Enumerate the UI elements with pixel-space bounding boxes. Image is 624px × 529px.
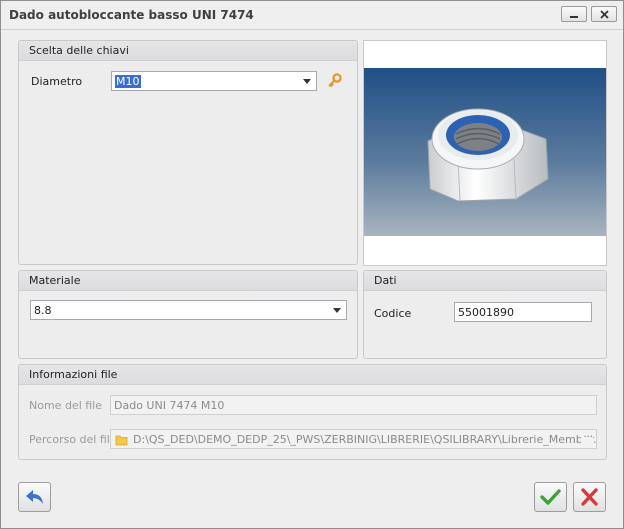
filename-field[interactable]: Dado UNI 7474 M10 [110, 395, 597, 415]
group-title: Informazioni file [29, 368, 118, 381]
cancel-button[interactable] [573, 482, 606, 512]
chevron-down-icon [303, 79, 311, 84]
minimize-button[interactable] [561, 6, 587, 22]
data-group: Dati Codice 55001890 [363, 270, 607, 359]
material-select[interactable]: 8.8 [30, 300, 347, 320]
checkmark-icon [540, 489, 561, 505]
path-field[interactable]: D:\QS_DED\DEMO_DEDP_25\_PWS\ZERBINIG\LIB… [110, 429, 597, 449]
key-icon[interactable] [327, 73, 342, 88]
folder-icon [115, 435, 128, 446]
group-title: Dati [374, 274, 397, 287]
close-button[interactable] [591, 6, 617, 22]
window-title: Dado autobloccante basso UNI 7474 [9, 8, 254, 22]
browse-button[interactable]: ··· [581, 432, 593, 443]
diameter-select[interactable]: M10 [111, 71, 317, 91]
code-value: 55001890 [458, 306, 514, 319]
filename-label: Nome del file [29, 399, 102, 412]
group-title: Materiale [29, 274, 81, 287]
file-info-group: Informazioni file Nome del file Dado UNI… [18, 364, 607, 460]
chevron-down-icon [333, 308, 341, 313]
x-icon [581, 488, 598, 506]
diameter-value: M10 [115, 75, 141, 88]
minimize-icon [570, 15, 578, 18]
code-label: Codice [374, 307, 412, 320]
group-header: Scelta delle chiavi [19, 41, 357, 61]
key-selection-group: Scelta delle chiavi Diametro M10 [18, 40, 358, 265]
close-icon [599, 9, 609, 19]
ok-button[interactable] [534, 482, 567, 512]
arrow-back-icon [26, 490, 43, 504]
group-header: Materiale [19, 271, 357, 291]
group-header: Informazioni file [19, 365, 606, 385]
nut-preview-image [363, 40, 607, 266]
dialog-window: Dado autobloccante basso UNI 7474 Scelta… [0, 0, 624, 529]
back-button[interactable] [18, 482, 51, 512]
nut-illustration [364, 68, 606, 236]
diameter-label: Diametro [31, 75, 83, 88]
material-value: 8.8 [34, 304, 52, 317]
path-label: Percorso del file [29, 433, 117, 446]
group-header: Dati [364, 271, 606, 291]
filename-value: Dado UNI 7474 M10 [114, 399, 225, 412]
group-title: Scelta delle chiavi [29, 44, 129, 57]
code-field[interactable]: 55001890 [454, 302, 592, 322]
path-value: D:\QS_DED\DEMO_DEDP_25\_PWS\ZERBINIG\LIB… [133, 433, 597, 446]
title-bar: Dado autobloccante basso UNI 7474 [1, 1, 623, 30]
material-group: Materiale 8.8 [18, 270, 358, 359]
